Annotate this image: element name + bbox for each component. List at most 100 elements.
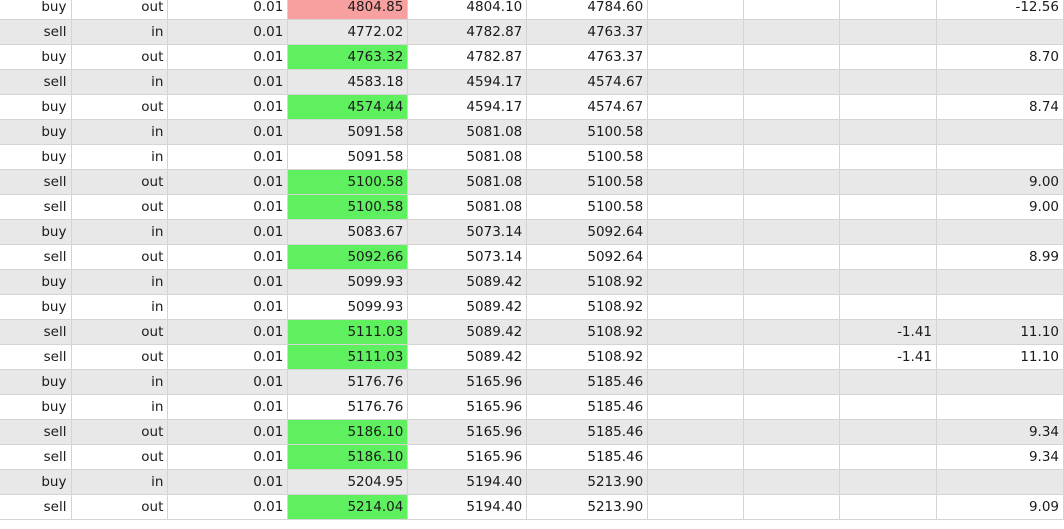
cell-price[interactable]: 5099.93 — [287, 269, 409, 295]
cell-price[interactable]: 5111.03 — [287, 344, 409, 370]
cell-direction[interactable]: out — [71, 94, 169, 120]
cell-type[interactable]: sell — [0, 319, 73, 345]
cell-volume[interactable]: 0.01 — [167, 369, 289, 395]
cell-type[interactable]: sell — [0, 69, 73, 95]
cell-take-profit[interactable]: 5100.58 — [526, 119, 649, 145]
cell-commission[interactable] — [647, 219, 745, 245]
cell-swap[interactable] — [743, 69, 841, 95]
cell-price[interactable]: 5091.58 — [287, 119, 409, 145]
cell-stop-loss[interactable]: 5081.08 — [407, 144, 528, 170]
cell-stop-loss[interactable]: 5081.08 — [407, 194, 528, 220]
cell-type[interactable]: buy — [0, 369, 73, 395]
cell-type[interactable]: buy — [0, 219, 73, 245]
cell-stop-loss[interactable]: 5165.96 — [407, 419, 528, 445]
table-row[interactable]: sell in 0.01 4583.18 4594.17 4574.67 — [0, 69, 1064, 95]
cell-commission[interactable] — [647, 194, 745, 220]
cell-fee[interactable] — [839, 294, 937, 320]
cell-fee[interactable] — [839, 419, 937, 445]
cell-volume[interactable]: 0.01 — [167, 269, 289, 295]
cell-swap[interactable] — [743, 469, 841, 495]
cell-volume[interactable]: 0.01 — [167, 169, 289, 195]
cell-fee[interactable] — [839, 19, 937, 45]
cell-stop-loss[interactable]: 5081.08 — [407, 119, 528, 145]
cell-swap[interactable] — [743, 119, 841, 145]
cell-profit[interactable] — [936, 394, 1064, 420]
cell-fee[interactable] — [839, 69, 937, 95]
cell-fee[interactable] — [839, 194, 937, 220]
cell-take-profit[interactable]: 5100.58 — [526, 194, 649, 220]
cell-swap[interactable] — [743, 0, 841, 20]
cell-type[interactable]: sell — [0, 19, 73, 45]
table-row[interactable]: buy out 0.01 4804.85 4804.10 4784.60 -12.56 — [0, 0, 1064, 20]
cell-take-profit[interactable]: 5213.90 — [526, 469, 649, 495]
cell-fee[interactable] — [839, 0, 937, 20]
cell-profit[interactable] — [936, 469, 1064, 495]
table-row[interactable]: buy in 0.01 5176.76 5165.96 5185.46 — [0, 369, 1064, 395]
cell-type[interactable]: buy — [0, 469, 73, 495]
table-row[interactable]: buy in 0.01 5204.95 5194.40 5213.90 — [0, 469, 1064, 495]
cell-swap[interactable] — [743, 419, 841, 445]
cell-profit[interactable]: 9.00 — [936, 169, 1064, 195]
cell-price[interactable]: 4763.32 — [287, 44, 409, 70]
cell-stop-loss[interactable]: 5089.42 — [407, 294, 528, 320]
cell-direction[interactable]: in — [71, 119, 169, 145]
cell-price[interactable]: 5091.58 — [287, 144, 409, 170]
cell-volume[interactable]: 0.01 — [167, 394, 289, 420]
cell-profit[interactable]: 8.70 — [936, 44, 1064, 70]
cell-direction[interactable]: out — [71, 169, 169, 195]
cell-profit[interactable] — [936, 19, 1064, 45]
cell-take-profit[interactable]: 4763.37 — [526, 19, 649, 45]
cell-stop-loss[interactable]: 5073.14 — [407, 244, 528, 270]
cell-profit[interactable] — [936, 219, 1064, 245]
cell-type[interactable]: buy — [0, 144, 73, 170]
cell-direction[interactable]: out — [71, 44, 169, 70]
cell-swap[interactable] — [743, 94, 841, 120]
table-row[interactable]: sell out 0.01 5111.03 5089.42 5108.92 -1.41 11.… — [0, 344, 1064, 370]
cell-fee[interactable] — [839, 369, 937, 395]
cell-price[interactable]: 5204.95 — [287, 469, 409, 495]
cell-fee[interactable] — [839, 244, 937, 270]
cell-fee[interactable] — [839, 494, 937, 520]
cell-commission[interactable] — [647, 269, 745, 295]
cell-take-profit[interactable]: 4784.60 — [526, 0, 649, 20]
cell-commission[interactable] — [647, 319, 745, 345]
cell-commission[interactable] — [647, 94, 745, 120]
cell-type[interactable]: buy — [0, 394, 73, 420]
cell-direction[interactable]: in — [71, 19, 169, 45]
table-row[interactable]: buy in 0.01 5099.93 5089.42 5108.92 — [0, 269, 1064, 295]
cell-volume[interactable]: 0.01 — [167, 144, 289, 170]
cell-volume[interactable]: 0.01 — [167, 219, 289, 245]
cell-swap[interactable] — [743, 19, 841, 45]
cell-price[interactable]: 5214.04 — [287, 494, 409, 520]
table-row[interactable]: buy out 0.01 4763.32 4782.87 4763.37 8.70 — [0, 44, 1064, 70]
cell-take-profit[interactable]: 5185.46 — [526, 369, 649, 395]
cell-volume[interactable]: 0.01 — [167, 444, 289, 470]
cell-commission[interactable] — [647, 69, 745, 95]
cell-price[interactable]: 5092.66 — [287, 244, 409, 270]
cell-price[interactable]: 4574.44 — [287, 94, 409, 120]
cell-profit[interactable]: 8.74 — [936, 94, 1064, 120]
table-row[interactable]: buy in 0.01 5083.67 5073.14 5092.64 — [0, 219, 1064, 245]
cell-commission[interactable] — [647, 494, 745, 520]
cell-swap[interactable] — [743, 269, 841, 295]
cell-direction[interactable]: in — [71, 294, 169, 320]
cell-price[interactable]: 5176.76 — [287, 394, 409, 420]
cell-swap[interactable] — [743, 144, 841, 170]
cell-commission[interactable] — [647, 344, 745, 370]
cell-commission[interactable] — [647, 444, 745, 470]
cell-type[interactable]: buy — [0, 44, 73, 70]
cell-fee[interactable]: -1.41 — [839, 319, 937, 345]
cell-fee[interactable] — [839, 169, 937, 195]
table-row[interactable]: sell out 0.01 5100.58 5081.08 5100.58 9.00 — [0, 194, 1064, 220]
cell-stop-loss[interactable]: 5165.96 — [407, 369, 528, 395]
cell-take-profit[interactable]: 4574.67 — [526, 69, 649, 95]
cell-commission[interactable] — [647, 294, 745, 320]
table-row[interactable]: buy in 0.01 5091.58 5081.08 5100.58 — [0, 144, 1064, 170]
cell-take-profit[interactable]: 5108.92 — [526, 319, 649, 345]
cell-take-profit[interactable]: 4763.37 — [526, 44, 649, 70]
cell-swap[interactable] — [743, 294, 841, 320]
cell-stop-loss[interactable]: 4782.87 — [407, 19, 528, 45]
cell-fee[interactable] — [839, 469, 937, 495]
cell-volume[interactable]: 0.01 — [167, 344, 289, 370]
cell-direction[interactable]: out — [71, 194, 169, 220]
